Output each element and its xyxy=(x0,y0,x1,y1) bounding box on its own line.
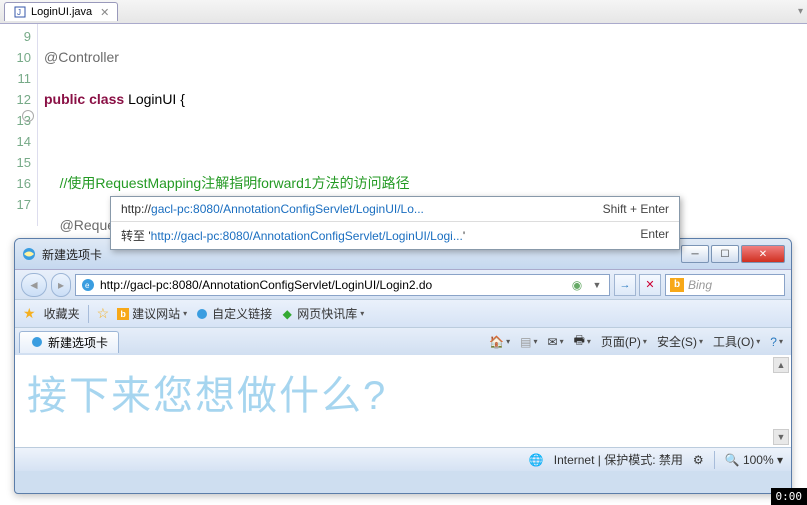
svg-text:e: e xyxy=(85,281,90,290)
editor-toolbar-right: ▾ xyxy=(798,6,807,17)
dropdown-icon[interactable]: ▼ xyxy=(589,277,605,293)
fav-custom-links[interactable]: 自定义链接 xyxy=(195,305,272,322)
scroll-down-button[interactable]: ▼ xyxy=(773,429,789,445)
ie-icon xyxy=(21,246,37,262)
page-menu[interactable]: 页面(P)▾ xyxy=(601,333,647,350)
address-bar-row: ◄ ▸ e ◉ ▼ → ✕ b Bing xyxy=(15,269,791,299)
maximize-button[interactable]: ☐ xyxy=(711,245,739,263)
content-heading: 接下来您想做什么? xyxy=(27,363,779,421)
fav-suggested-sites[interactable]: b 建议网站▾ xyxy=(117,305,187,322)
browser-tab[interactable]: 新建选项卡 xyxy=(19,331,119,353)
globe-icon: 🌐 xyxy=(529,453,544,467)
slice-icon: ◆ xyxy=(280,307,294,321)
help-button[interactable]: ?▾ xyxy=(770,335,783,349)
go-button[interactable]: → xyxy=(614,274,636,296)
print-button[interactable]: 🖶▾ xyxy=(574,331,591,352)
url-suggestion-row[interactable]: http://gacl-pc:8080/AnnotationConfigServ… xyxy=(111,197,679,222)
mail-icon: ✉ xyxy=(548,335,558,349)
protected-mode-icon[interactable]: ⚙ xyxy=(693,453,704,467)
tools-menu[interactable]: 工具(O)▾ xyxy=(713,333,760,350)
zoom-control[interactable]: 🔍 100% ▾ xyxy=(725,453,783,467)
compat-icon[interactable]: ◉ xyxy=(569,277,585,293)
feeds-button[interactable]: ▤▾ xyxy=(520,335,537,349)
home-icon: 🏠 xyxy=(489,335,504,349)
home-button[interactable]: 🏠▾ xyxy=(489,335,510,349)
minimize-button[interactable]: ─ xyxy=(681,245,709,263)
rss-icon: ▤ xyxy=(520,335,531,349)
mail-button[interactable]: ✉▾ xyxy=(548,335,564,349)
print-icon: 🖶 xyxy=(574,331,585,352)
shortcut-label: Enter xyxy=(549,227,669,244)
url-suggestion-row[interactable]: 转至 'http://gacl-pc:8080/AnnotationConfig… xyxy=(111,222,679,249)
back-button[interactable]: ◄ xyxy=(21,273,47,297)
forward-button[interactable]: ▸ xyxy=(51,273,71,297)
ie-browser-window: 新建选项卡 ─ ☐ ✕ ◄ ▸ e ◉ ▼ → ✕ b Bing ★ 收藏夹 xyxy=(14,238,792,494)
ie-icon xyxy=(30,335,44,349)
java-file-icon: J xyxy=(13,5,27,19)
address-bar[interactable]: e ◉ ▼ xyxy=(75,274,610,296)
favorites-bar: ★ 收藏夹 ☆ b 建议网站▾ 自定义链接 ◆ 网页快讯库▾ xyxy=(15,299,791,327)
add-favorite-icon[interactable]: ☆ xyxy=(97,305,110,322)
time-overlay: 0:00 xyxy=(771,488,807,505)
url-input[interactable] xyxy=(100,278,565,292)
browser-content: 接下来您想做什么? ▲ ▼ xyxy=(15,355,791,447)
help-icon: ? xyxy=(770,335,777,349)
fav-web-slices[interactable]: ◆ 网页快讯库▾ xyxy=(280,305,364,322)
editor-tab-loginui[interactable]: J LoginUI.java ✕ xyxy=(4,2,118,21)
ie-icon xyxy=(195,307,209,321)
svg-text:J: J xyxy=(17,8,21,17)
stop-button[interactable]: ✕ xyxy=(639,274,661,296)
safety-menu[interactable]: 安全(S)▾ xyxy=(657,333,703,350)
favorites-star-icon[interactable]: ★ xyxy=(23,305,36,322)
status-bar: 🌐 Internet | 保护模式: 禁用 ⚙ 🔍 100% ▾ xyxy=(15,447,791,471)
bing-icon: b xyxy=(670,278,684,292)
editor-tab-label: LoginUI.java xyxy=(31,6,92,18)
bing-icon: b xyxy=(117,308,129,320)
search-placeholder: Bing xyxy=(688,278,712,292)
search-box[interactable]: b Bing xyxy=(665,274,785,296)
tab-label: 新建选项卡 xyxy=(48,334,108,351)
ie-tab-bar: 新建选项卡 🏠▾ ▤▾ ✉▾ 🖶▾ 页面(P)▾ 安全(S)▾ 工具(O)▾ ?… xyxy=(15,327,791,355)
scroll-up-button[interactable]: ▲ xyxy=(773,357,789,373)
line-gutter: 9 10 11 12 13 14 15 16 17 xyxy=(0,24,38,226)
ie-page-icon: e xyxy=(80,277,96,293)
url-suggestion-popup: http://gacl-pc:8080/AnnotationConfigServ… xyxy=(110,196,680,250)
close-icon[interactable]: ✕ xyxy=(100,6,109,19)
shortcut-label: Shift + Enter xyxy=(549,202,669,216)
security-zone-label: Internet | 保护模式: 禁用 xyxy=(554,451,683,468)
favorites-label: 收藏夹 xyxy=(44,305,80,322)
window-title: 新建选项卡 xyxy=(42,246,102,263)
close-button[interactable]: ✕ xyxy=(741,245,785,263)
